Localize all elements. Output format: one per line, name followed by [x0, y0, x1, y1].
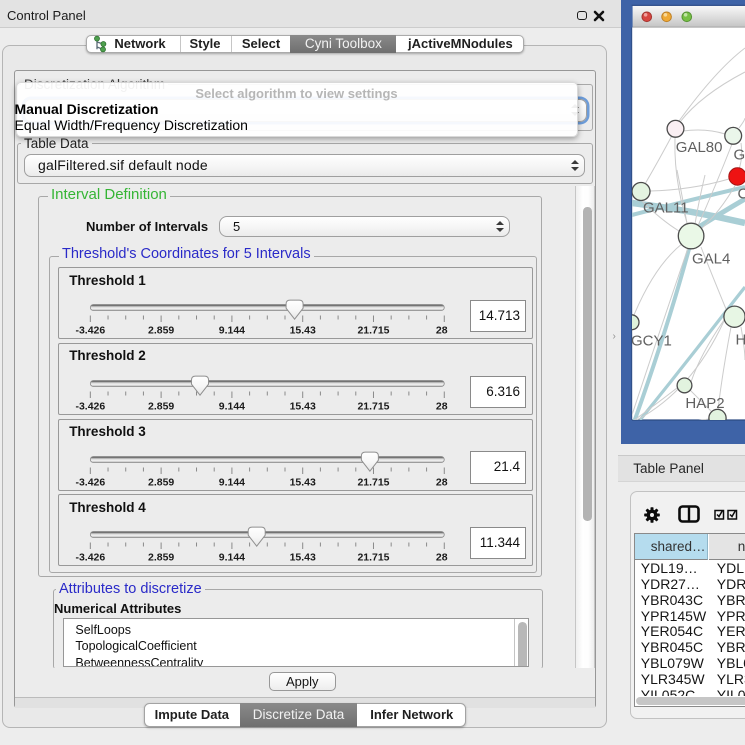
svg-text:GAL4: GAL4	[692, 251, 730, 268]
svg-text:28: 28	[436, 553, 448, 564]
svg-text:28: 28	[436, 401, 448, 412]
svg-text:9.144: 9.144	[219, 553, 245, 564]
svg-text:15.43: 15.43	[290, 401, 316, 412]
svg-text:2.859: 2.859	[148, 326, 174, 337]
svg-text:28: 28	[436, 477, 448, 488]
svg-text:C: C	[738, 185, 745, 202]
svg-text:GA: GA	[734, 147, 745, 164]
svg-text:2.859: 2.859	[148, 401, 174, 412]
svg-text:15.43: 15.43	[290, 477, 316, 488]
svg-text:9.144: 9.144	[219, 326, 245, 337]
svg-text:2.859: 2.859	[148, 553, 174, 564]
svg-text:21.715: 21.715	[358, 477, 390, 488]
svg-text:-3.426: -3.426	[76, 326, 106, 337]
svg-text:GAL11: GAL11	[643, 200, 689, 217]
svg-text:HAP2: HAP2	[685, 395, 724, 412]
svg-text:15.43: 15.43	[290, 553, 316, 564]
svg-text:2.859: 2.859	[148, 477, 174, 488]
svg-text:21.715: 21.715	[358, 326, 390, 337]
svg-text:28: 28	[436, 326, 448, 337]
svg-text:15.43: 15.43	[290, 326, 316, 337]
svg-text:-3.426: -3.426	[76, 401, 106, 412]
svg-text:H: H	[736, 332, 745, 349]
svg-text:-3.426: -3.426	[76, 477, 106, 488]
svg-text:9.144: 9.144	[219, 477, 245, 488]
svg-text:GCY1: GCY1	[631, 333, 672, 350]
svg-text:GAL80: GAL80	[676, 139, 723, 156]
svg-text:-3.426: -3.426	[76, 553, 106, 564]
svg-text:21.715: 21.715	[358, 401, 390, 412]
svg-text:9.144: 9.144	[219, 401, 245, 412]
svg-text:21.715: 21.715	[358, 553, 390, 564]
